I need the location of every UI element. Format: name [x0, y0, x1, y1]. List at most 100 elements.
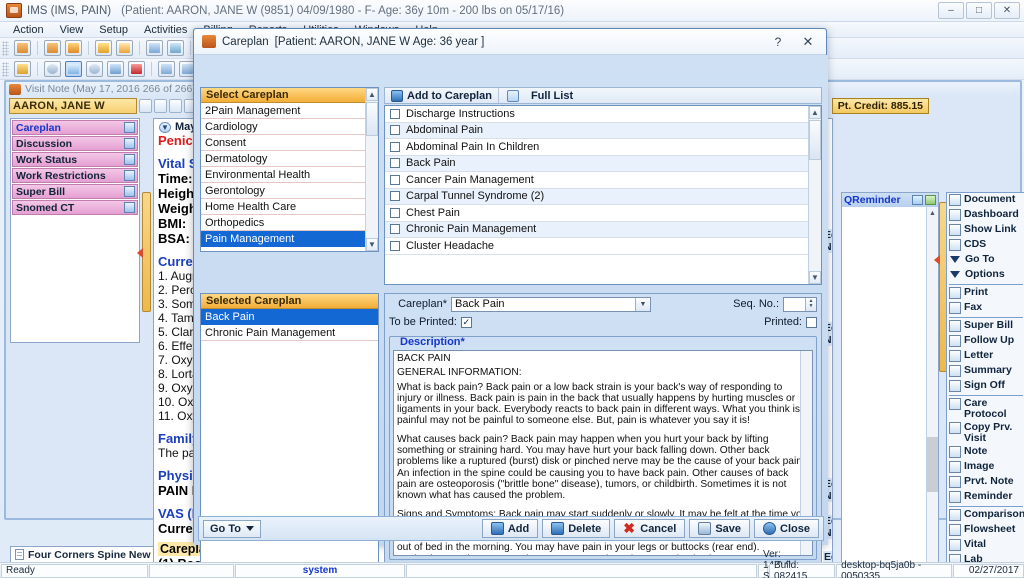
open-folder-icon[interactable]	[14, 61, 31, 77]
careplan-checklist-row[interactable]: Cluster Headache	[385, 238, 808, 255]
left-splitter-handle[interactable]	[137, 192, 151, 312]
action-item-flowsheet[interactable]: Flowsheet	[947, 523, 1024, 538]
sidebar-item-work-restrictions[interactable]: Work Restrictions	[12, 168, 138, 183]
help-icon[interactable]: ?	[770, 34, 786, 50]
checkbox[interactable]	[390, 240, 400, 251]
add-button[interactable]: Add	[481, 519, 539, 538]
careplan-checklist[interactable]: Discharge Instructions Abdominal Pain Abdo…	[384, 105, 822, 285]
checkbox[interactable]	[390, 108, 400, 119]
action-item-follow-up[interactable]: Follow Up	[947, 334, 1024, 349]
search-doc-icon[interactable]	[146, 40, 163, 56]
edit-note-icon[interactable]	[116, 40, 133, 56]
checkbox[interactable]	[390, 125, 400, 136]
scroll-up-icon[interactable]: ▲	[927, 207, 938, 219]
careplan-option[interactable]: Gerontology	[201, 183, 378, 199]
heart-icon[interactable]	[128, 61, 145, 77]
edit-page-icon[interactable]	[65, 61, 82, 77]
careplan-option[interactable]: Environmental Health	[201, 167, 378, 183]
careplan-checklist-row[interactable]: Back Pain	[385, 155, 808, 172]
select-careplan-scrollbar[interactable]: ▲ ▼	[365, 88, 378, 251]
action-item-vital[interactable]: Vital	[947, 538, 1024, 553]
first-icon[interactable]	[158, 61, 175, 77]
action-item-show-link[interactable]: Show Link	[947, 223, 1024, 238]
forward-disc-icon[interactable]	[86, 61, 103, 77]
scroll-thumb[interactable]	[366, 102, 378, 136]
sidebar-item-work-status[interactable]: Work Status	[12, 152, 138, 167]
careplan-option[interactable]: Pain Management	[201, 231, 378, 247]
action-item-comparison[interactable]: Comparison	[947, 508, 1024, 523]
selected-careplan-item[interactable]: Back Pain	[201, 309, 378, 325]
action-item-copy-prv-visit[interactable]: Copy Prv. Visit	[947, 421, 1024, 445]
patient-check-icon[interactable]	[65, 40, 82, 56]
action-item-reminder[interactable]: Reminder	[947, 490, 1024, 505]
careplan-checklist-row[interactable]: Abdominal Pain	[385, 122, 808, 139]
chevron-down-icon[interactable]: ▼	[159, 121, 171, 133]
snomed-detail-icon[interactable]	[124, 202, 135, 213]
menu-item-view[interactable]: View	[53, 23, 91, 37]
patient-phone-icon[interactable]	[169, 99, 182, 113]
action-item-image[interactable]: Image	[947, 460, 1024, 475]
sidebar-item-discussion[interactable]: Discussion	[12, 136, 138, 151]
work-status-detail-icon[interactable]	[124, 154, 135, 165]
printed-checkbox[interactable]	[806, 316, 817, 328]
select-careplan-list[interactable]: 2Pain Management Cardiology Consent Dermato…	[201, 103, 378, 251]
careplan-select[interactable]: Back Pain ▼	[451, 296, 651, 312]
action-item-prvt-note[interactable]: Prvt. Note	[947, 475, 1024, 490]
toolbar-grip[interactable]	[2, 40, 9, 56]
checkbox[interactable]	[390, 141, 400, 152]
checkbox[interactable]	[390, 191, 400, 202]
patient-name-field[interactable]: AARON, JANE W	[9, 98, 137, 114]
sidebar-item-careplan[interactable]: Careplan	[12, 120, 138, 135]
action-item-note[interactable]: Note	[947, 445, 1024, 460]
patient-vitals-icon[interactable]	[154, 99, 167, 113]
add-to-careplan-button[interactable]: Add to Careplan	[385, 88, 498, 103]
careplan-option[interactable]: Cardiology	[201, 119, 378, 135]
close-button[interactable]: ✕	[994, 2, 1020, 19]
careplan-checklist-row[interactable]: Cancer Pain Management	[385, 172, 808, 189]
close-button-dialog[interactable]: Close	[754, 519, 819, 538]
checkbox[interactable]	[390, 158, 400, 169]
super-bill-detail-icon[interactable]	[124, 186, 135, 197]
action-item-sign-off[interactable]: Sign Off	[947, 379, 1024, 394]
action-item-letter[interactable]: Letter	[947, 349, 1024, 364]
scroll-up-icon[interactable]: ▲	[366, 88, 378, 101]
action-item-go-to[interactable]: Go To	[947, 253, 1024, 268]
checkbox[interactable]	[390, 224, 400, 235]
careplan-option[interactable]: Home Health Care	[201, 199, 378, 215]
checklist-scrollbar[interactable]: ▲ ▼	[808, 106, 821, 284]
toolbar-grip-2[interactable]	[2, 61, 9, 77]
sidebar-item-snomed-ct[interactable]: Snomed CT	[12, 200, 138, 215]
link-icon[interactable]	[107, 61, 124, 77]
delete-button[interactable]: Delete	[542, 519, 611, 538]
seq-no-stepper[interactable]: ▲ ▼	[783, 296, 817, 312]
back-disc-icon[interactable]	[44, 61, 61, 77]
careplan-option[interactable]: Consent	[201, 135, 378, 151]
discussion-detail-icon[interactable]	[124, 138, 135, 149]
action-item-care-protocol[interactable]: Care Protocol	[947, 397, 1024, 421]
folder-open-icon[interactable]	[95, 40, 112, 56]
selected-careplan-item[interactable]: Chronic Pain Management	[201, 325, 378, 341]
lab-flask-icon[interactable]	[167, 40, 184, 56]
sidebar-item-super-bill[interactable]: Super Bill	[12, 184, 138, 199]
save-button[interactable]: Save	[689, 519, 751, 538]
menu-item-activities[interactable]: Activities	[137, 23, 194, 37]
action-item-super-bill[interactable]: Super Bill	[947, 319, 1024, 334]
to-be-printed-checkbox[interactable]: ✓	[460, 316, 472, 328]
action-item-fax[interactable]: Fax	[947, 301, 1024, 316]
cancel-button[interactable]: ✖ Cancel	[614, 519, 686, 538]
careplan-option[interactable]: 2Pain Management	[201, 103, 378, 119]
scroll-thumb[interactable]	[809, 120, 821, 160]
careplan-checklist-row[interactable]: Chronic Pain Management	[385, 221, 808, 238]
action-item-print[interactable]: Print	[947, 286, 1024, 301]
scroll-down-icon[interactable]: ▼	[366, 238, 378, 251]
scroll-down-icon[interactable]: ▼	[809, 271, 821, 284]
checkbox[interactable]	[390, 174, 400, 185]
minimize-button[interactable]: –	[938, 2, 964, 19]
careplan-detail-icon[interactable]	[124, 122, 135, 133]
scroll-up-icon[interactable]: ▲	[809, 106, 821, 119]
qreminder-restore-icon[interactable]	[925, 195, 936, 205]
qreminder-minimize-icon[interactable]	[912, 195, 923, 205]
patient-info-icon[interactable]	[139, 99, 152, 113]
close-icon[interactable]: ✕	[800, 34, 816, 50]
menu-item-action[interactable]: Action	[6, 23, 51, 37]
